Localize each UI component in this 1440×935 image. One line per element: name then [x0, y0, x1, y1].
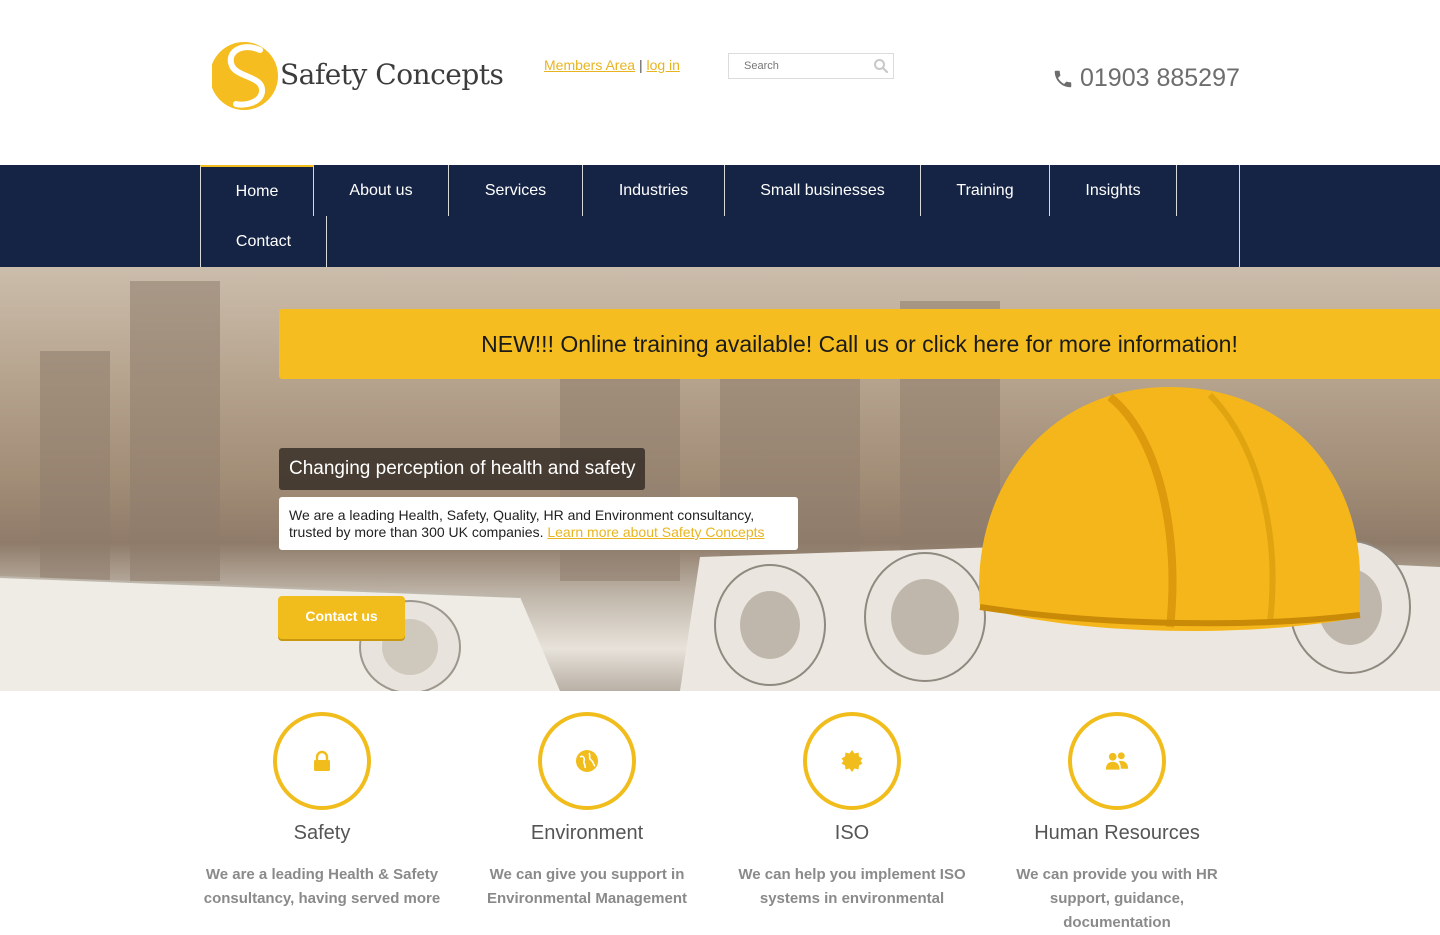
nav-item-contact[interactable]: Contact [200, 216, 327, 267]
login-link[interactable]: log in [646, 57, 679, 73]
contact-us-button[interactable]: Contact us [278, 596, 405, 639]
nav-item-insights[interactable]: Insights [1050, 165, 1177, 216]
learn-more-link[interactable]: Learn more about Safety Concepts [547, 524, 764, 540]
hero-tagline: Changing perception of health and safety [279, 448, 646, 490]
service-title[interactable]: Safety [202, 822, 442, 845]
service-ring[interactable] [538, 712, 636, 810]
members-links: Members Area | log in [544, 57, 680, 73]
service-description: We are a leading Health & Safety consult… [203, 866, 441, 907]
search-icon[interactable] [873, 58, 889, 74]
nav-item-industries[interactable]: Industries [583, 165, 725, 216]
service-description: We can provide you with HR support, guid… [1016, 866, 1218, 931]
main-nav: Home About us Services Industries Small … [0, 165, 1440, 267]
promo-banner[interactable]: NEW!!! Online training available! Call u… [279, 309, 1440, 379]
service-human-resources[interactable]: Human Resources We can provide you with … [997, 712, 1237, 935]
logo-text[interactable]: Safety Concepts [280, 58, 504, 91]
lock-icon [314, 750, 330, 771]
hero-section: NEW!!! Online training available! Call u… [0, 267, 1440, 691]
phone-number: 01903 885297 [1052, 64, 1240, 93]
service-title[interactable]: Environment [467, 822, 707, 845]
nav-item-small-businesses[interactable]: Small businesses [725, 165, 921, 216]
users-icon [1105, 752, 1129, 770]
site-header: Safety Concepts Members Area | log in 01… [0, 0, 1440, 165]
globe-icon [576, 750, 598, 772]
hero-background-building [130, 281, 220, 581]
hero-about-box: We are a leading Health, Safety, Quality… [279, 497, 798, 550]
hard-hat-image [979, 387, 1361, 631]
phone-text[interactable]: 01903 885297 [1080, 64, 1240, 93]
search-box [728, 53, 894, 79]
service-safety[interactable]: Safety We are a leading Health & Safety … [202, 712, 442, 911]
service-description: We can help you implement ISO systems in… [738, 866, 966, 907]
service-iso[interactable]: ISO We can help you implement ISO system… [732, 712, 972, 911]
link-separator: | [638, 57, 643, 73]
search-input[interactable] [729, 54, 869, 78]
nav-item-services[interactable]: Services [449, 165, 583, 216]
members-area-link[interactable]: Members Area [544, 57, 635, 73]
nav-inner: Home About us Services Industries Small … [200, 165, 1240, 267]
service-ring[interactable] [803, 712, 901, 810]
service-description: We can give you support in Environmental… [486, 866, 688, 907]
badge-icon [841, 750, 863, 772]
service-environment[interactable]: Environment We can give you support in E… [467, 712, 707, 911]
service-ring[interactable] [273, 712, 371, 810]
service-title[interactable]: Human Resources [997, 822, 1237, 845]
service-title[interactable]: ISO [732, 822, 972, 845]
service-ring[interactable] [1068, 712, 1166, 810]
nav-item-home[interactable]: Home [200, 165, 314, 216]
nav-item-about-us[interactable]: About us [314, 165, 449, 216]
phone-icon [1054, 70, 1072, 87]
nav-item-training[interactable]: Training [921, 165, 1050, 216]
